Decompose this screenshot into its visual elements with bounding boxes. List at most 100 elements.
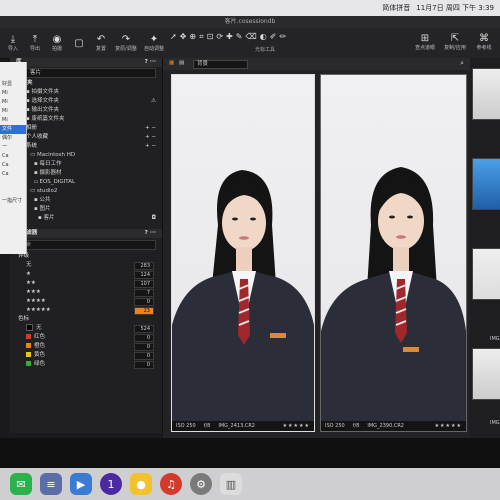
popover-item[interactable]: 偶尔 <box>0 134 26 143</box>
popover-item[interactable]: Ca <box>0 170 26 179</box>
zoom-tool-icon[interactable]: ⊕ <box>189 32 196 44</box>
system-item[interactable]: ▪ 图片 <box>10 205 162 214</box>
folder-trash[interactable]: ▪ 废纸篓文件夹 <box>10 115 162 124</box>
folder-capture[interactable]: ▪ 拍摄文件夹 <box>10 88 162 97</box>
popover-item[interactable] <box>0 71 26 80</box>
photo-2[interactable]: ISO 250 f/8 IMG_2390.CR2 ★★★★★ <box>320 74 467 432</box>
background-select[interactable]: 背景 <box>193 60 248 69</box>
input-method[interactable]: 简体拼音 <box>382 3 410 13</box>
trash-icon[interactable]: ▥ <box>220 473 242 495</box>
color-header[interactable]: 色标 <box>10 315 162 324</box>
rating-row[interactable]: ★★★★ 0 <box>10 297 162 306</box>
system-item[interactable]: ▭ Macintosh HD <box>10 151 162 160</box>
color-row[interactable]: 橙色 0 <box>10 342 162 351</box>
rating-count: 124 <box>134 271 154 279</box>
rating-row[interactable]: ★ 124 <box>10 270 162 279</box>
video-app-icon[interactable]: ▶ <box>70 473 92 495</box>
system-item[interactable]: ▫ EOS_DIGITAL <box>10 178 162 187</box>
picker-tool-icon[interactable]: ✐ <box>270 32 277 44</box>
rating-row[interactable]: ★★★★★ 23 <box>10 306 162 315</box>
filmstrip-thumb[interactable] <box>472 248 500 300</box>
popover-item[interactable]: 一 <box>0 143 26 152</box>
filmstrip-thumb[interactable] <box>472 348 500 400</box>
popover-item-selected[interactable]: 文件 <box>0 125 26 134</box>
pointer-tool-icon[interactable]: ➚ <box>170 32 177 44</box>
auto-adjust-button[interactable]: ✦ 自动调整 <box>140 28 168 58</box>
blank-button[interactable]: ▢ <box>68 28 90 58</box>
copy-apply-button[interactable]: ⇱ 复制/应用 <box>442 30 468 54</box>
system-item[interactable]: ▪ 摄影器材 <box>10 169 162 178</box>
guides-button[interactable]: ⌘ 参考线 <box>472 30 496 54</box>
color-row[interactable]: 无 524 <box>10 324 162 333</box>
albums-header[interactable]: 相册 + − <box>10 124 162 133</box>
photo-1[interactable]: ISO 250 f/8 IMG_2413.CR2 ★★★★★ <box>171 74 315 432</box>
pan-tool-icon[interactable]: ✥ <box>180 32 187 44</box>
filter-header[interactable]: ▾ 过滤器? ··· <box>10 229 162 238</box>
rating-row[interactable]: ★★★ 7 <box>10 288 162 297</box>
rating-stars[interactable]: ★★★★★ <box>283 421 314 431</box>
search-icon[interactable]: ⌕ <box>460 59 464 68</box>
music-app-icon[interactable]: ♫ <box>160 473 182 495</box>
color-row[interactable]: 黄色 0 <box>10 351 162 360</box>
add-album-icon[interactable]: + − <box>145 124 156 133</box>
menubar-clock[interactable]: 11月7日 周四 下午 3:39 <box>416 3 494 13</box>
popover-item[interactable]: Ca <box>0 161 26 170</box>
spot-tool-icon[interactable]: ✚ <box>226 32 233 44</box>
popover-item[interactable]: Mi <box>0 89 26 98</box>
filter-help-icon[interactable]: ? ··· <box>145 229 156 238</box>
brush-tool-icon[interactable]: ✎ <box>236 32 243 44</box>
keystone-tool-icon[interactable]: ⊡ <box>207 32 214 44</box>
filmstrip-thumb[interactable] <box>472 68 500 120</box>
popover-item[interactable]: Mi <box>0 107 26 116</box>
system-header[interactable]: 系统 + − <box>10 142 162 151</box>
favorites-header[interactable]: 个人收藏 + − <box>10 133 162 142</box>
popover-item[interactable] <box>0 179 26 188</box>
rotate-tool-icon[interactable]: ⟳ <box>216 32 223 44</box>
popover-item[interactable]: 一指尺寸 <box>0 197 26 206</box>
export-button[interactable]: ⤒ 导出 <box>24 28 46 58</box>
import-button[interactable]: ⤓ 导入 <box>2 28 24 58</box>
rating-row[interactable]: 无 283 <box>10 261 162 270</box>
color-row[interactable]: 绿色 0 <box>10 360 162 369</box>
library-header[interactable]: 库? ··· <box>10 58 162 67</box>
rating-header[interactable]: 评级 <box>10 252 162 261</box>
list-view-icon[interactable]: ▤ <box>179 60 184 66</box>
add-favorite-icon[interactable]: + − <box>145 133 156 142</box>
crop-tool-icon[interactable]: ⌗ <box>199 32 204 44</box>
eraser-tool-icon[interactable]: ⌫ <box>245 32 256 44</box>
gradient-tool-icon[interactable]: ◐ <box>260 32 267 44</box>
color-row[interactable]: 红色 0 <box>10 333 162 342</box>
folder-selects[interactable]: ▪ 选择文件夹 ⚠ <box>10 97 162 106</box>
folders-header[interactable]: 文件夹 <box>10 79 162 88</box>
filmstrip-thumb[interactable] <box>472 158 500 210</box>
popover-item[interactable]: 好显 <box>0 80 26 89</box>
folder-output[interactable]: ▪ 输出文件夹 <box>10 106 162 115</box>
system-item[interactable]: ▭ studio2 <box>10 187 162 196</box>
color-count: 524 <box>134 325 154 333</box>
filter-search-input[interactable]: 搜索 <box>16 240 156 250</box>
rating-row[interactable]: ★★ 107 <box>10 279 162 288</box>
camera-button[interactable]: ◉ 拍摄 <box>46 28 68 58</box>
popover-item[interactable] <box>0 188 26 197</box>
undo-button[interactable]: ↶ 复置 <box>90 28 112 58</box>
system-item[interactable]: ▪ 公共 <box>10 196 162 205</box>
add-system-icon[interactable]: + − <box>145 142 156 151</box>
rating-stars[interactable]: ★★★★★ <box>435 421 466 431</box>
grid-view-icon[interactable]: ▦ <box>169 60 174 66</box>
wechat-icon[interactable]: ✉ <box>10 473 32 495</box>
popover-item[interactable]: Ca <box>0 152 26 161</box>
yellow-app-icon[interactable]: ● <box>130 473 152 495</box>
redo-button[interactable]: ↷ 复原/调整 <box>112 28 140 58</box>
annotate-tool-icon[interactable]: ✏ <box>279 32 286 44</box>
notes-icon[interactable]: ≡ <box>40 473 62 495</box>
system-item[interactable]: ▪ 客片 ◘ <box>10 214 162 223</box>
app-one-icon[interactable]: 1 <box>100 473 122 495</box>
library-select[interactable]: 客片 <box>26 68 156 78</box>
popover-item[interactable]: Mi <box>0 98 26 107</box>
settings-icon[interactable]: ⚙ <box>190 473 212 495</box>
system-item[interactable]: ▪ 每日工作 <box>10 160 162 169</box>
popover-item[interactable] <box>0 62 26 71</box>
popover-item[interactable]: Mi <box>0 116 26 125</box>
help-icon[interactable]: ? ··· <box>145 58 156 67</box>
grid-button[interactable]: ⊞ 查点道眼 <box>412 30 438 54</box>
